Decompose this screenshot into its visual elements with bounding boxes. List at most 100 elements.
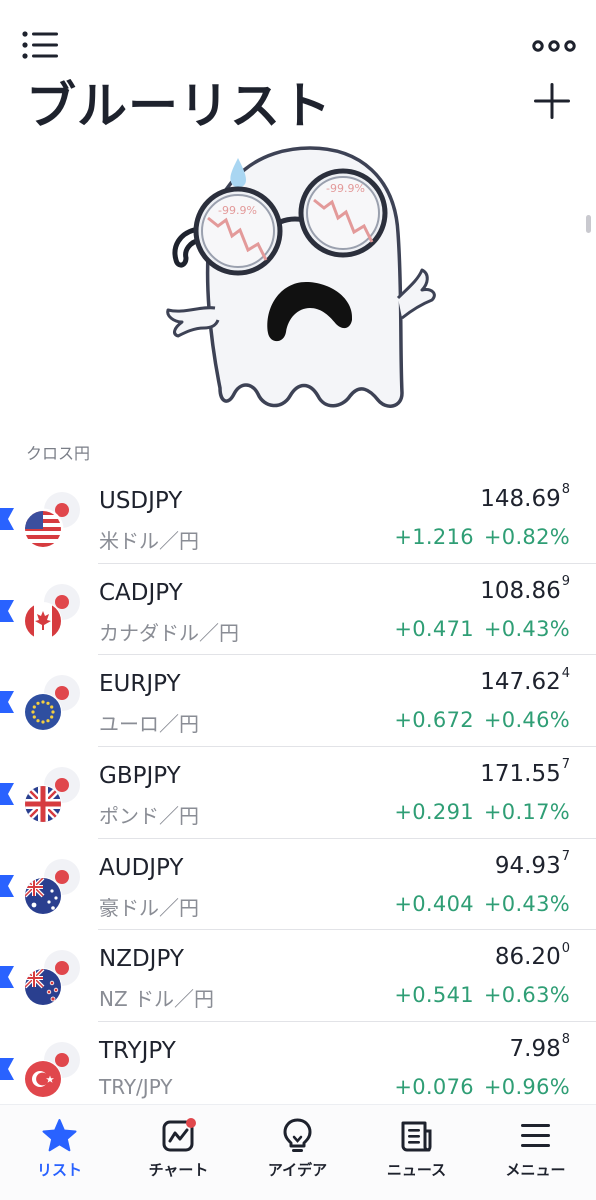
change-pct: +0.96% xyxy=(483,1075,570,1100)
price-pip: 4 xyxy=(561,665,570,681)
more-options-icon[interactable] xyxy=(532,36,576,56)
price-main: 94.93 xyxy=(494,852,561,879)
symbol-name: GBPJPY xyxy=(99,763,181,790)
change-abs: +0.672 xyxy=(394,708,474,733)
tab-label: メニュー xyxy=(505,1161,566,1179)
change-pct: +0.82% xyxy=(483,525,570,549)
scroll-indicator[interactable] xyxy=(586,215,591,233)
price: 86.200 xyxy=(494,940,570,971)
price: 94.937 xyxy=(494,849,570,879)
tab-ideas[interactable]: アイデア xyxy=(238,1105,357,1200)
price-main: 171.55 xyxy=(480,761,561,788)
change-pct: +0.17% xyxy=(483,800,570,825)
tab-list[interactable]: リスト xyxy=(0,1105,119,1200)
lightbulb-icon xyxy=(283,1118,312,1152)
bottom-tab-bar: リスト チャート アイデア ニュース メニュー xyxy=(0,1104,596,1200)
change: +0.404 +0.43% xyxy=(394,892,570,916)
symbol-description: 米ドル／円 xyxy=(99,529,199,553)
symbol-description: ポンド／円 xyxy=(99,804,199,829)
change-abs: +0.404 xyxy=(394,891,474,916)
right-lens-text: -99.9% xyxy=(326,182,365,195)
list-item[interactable]: GBPJPY ポンド／円 171.557 +0.291 +0.17% xyxy=(0,747,596,839)
change-abs: +1.216 xyxy=(394,525,474,549)
list-item[interactable]: AUDJPY 豪ドル／円 94.937 +0.404 +0.43% xyxy=(0,839,596,931)
change-pct: +0.46% xyxy=(483,708,570,733)
price-main: 148.69 xyxy=(480,486,561,512)
price: 108.869 xyxy=(480,574,570,604)
price-pip: 7 xyxy=(561,757,570,773)
top-bar: ブルーリスト xyxy=(0,0,596,140)
bookmark-marker-icon xyxy=(0,783,14,806)
tab-label: アイデア xyxy=(267,1161,328,1179)
price: 148.698 xyxy=(480,482,570,512)
canada-flag-icon xyxy=(24,583,80,640)
ghost-illustration: -99.9% -99.9% xyxy=(166,146,436,408)
left-lens-text: -99.9% xyxy=(218,204,257,217)
tab-label: チャート xyxy=(148,1161,209,1179)
change: +0.076 +0.96% xyxy=(394,1075,570,1099)
price-pip: 0 xyxy=(561,940,570,956)
chart-icon xyxy=(162,1118,196,1152)
turkey-flag-icon xyxy=(24,1042,80,1099)
tab-label: ニュース xyxy=(386,1161,447,1179)
menu-icon xyxy=(521,1124,550,1147)
price-main: 86.20 xyxy=(494,944,561,971)
bookmark-marker-icon xyxy=(0,508,14,530)
symbol-name: NZDJPY xyxy=(99,946,184,973)
list-item[interactable]: USDJPY 米ドル／円 148.698 +1.216 +0.82% xyxy=(0,472,596,564)
bookmark-marker-icon xyxy=(0,691,14,714)
change-pct: +0.63% xyxy=(483,983,570,1008)
change-pct: +0.43% xyxy=(483,891,570,916)
change-abs: +0.076 xyxy=(394,1075,474,1100)
symbol-name: AUDJPY xyxy=(99,854,184,881)
change-abs: +0.541 xyxy=(394,983,474,1008)
list-item[interactable]: CADJPY カナダドル／円 108.869 +0.471 +0.43% xyxy=(0,564,596,656)
star-icon xyxy=(42,1119,77,1152)
change: +0.672 +0.46% xyxy=(394,708,570,732)
change: +0.291 +0.17% xyxy=(394,800,570,824)
tab-chart[interactable]: チャート xyxy=(119,1105,238,1200)
tab-menu[interactable]: メニュー xyxy=(476,1105,595,1200)
uk-flag-icon xyxy=(24,767,80,824)
price-pip: 8 xyxy=(561,1032,570,1048)
symbol-description: TRY/JPY xyxy=(99,1075,173,1100)
change-abs: +0.471 xyxy=(394,616,474,641)
symbol-description: ユーロ／円 xyxy=(99,712,199,737)
symbol-list: USDJPY 米ドル／円 148.698 +1.216 +0.82% CADJPY… xyxy=(0,472,596,1114)
symbol-name: TRYJPY xyxy=(99,1038,176,1065)
symbol-name: EURJPY xyxy=(99,671,181,698)
list-item[interactable]: EURJPY ユーロ／円 147.624 +0.672 +0.46% xyxy=(0,655,596,748)
tab-label: リスト xyxy=(36,1161,82,1179)
change: +0.471 +0.43% xyxy=(394,617,570,641)
list-item[interactable]: TRYJPY TRY/JPY 7.988 +0.076 +0.96% xyxy=(0,1022,596,1114)
bookmark-marker-icon xyxy=(0,874,14,897)
list-item[interactable]: NZDJPY NZ ドル／円 86.200 +0.541 +0.63% xyxy=(0,930,596,1023)
list-icon[interactable] xyxy=(22,30,60,60)
price: 7.988 xyxy=(509,1032,571,1063)
add-symbol-icon[interactable] xyxy=(533,82,571,120)
price-pip: 9 xyxy=(561,574,570,590)
page-title[interactable]: ブルーリスト xyxy=(26,66,332,138)
news-icon xyxy=(401,1121,432,1152)
change-pct: +0.43% xyxy=(483,616,570,641)
new-zealand-flag-icon xyxy=(24,950,80,1007)
symbol-description: NZ ドル／円 xyxy=(99,987,215,1012)
price-pip: 7 xyxy=(561,849,570,865)
tab-news[interactable]: ニュース xyxy=(357,1105,476,1200)
change: +1.216 +0.82% xyxy=(394,525,570,549)
price: 171.557 xyxy=(480,757,570,788)
bookmark-marker-icon xyxy=(0,599,14,622)
price-pip: 8 xyxy=(561,482,570,498)
change-abs: +0.291 xyxy=(394,800,474,825)
change: +0.541 +0.63% xyxy=(394,983,570,1007)
price: 147.624 xyxy=(480,665,570,696)
symbol-description: カナダドル／円 xyxy=(99,620,239,645)
price-main: 7.98 xyxy=(509,1036,561,1063)
symbol-description: 豪ドル／円 xyxy=(99,895,199,920)
eu-flag-icon xyxy=(24,675,80,732)
us-flag-icon xyxy=(22,492,80,550)
australia-flag-icon xyxy=(24,858,80,915)
symbol-name: CADJPY xyxy=(99,579,183,606)
bookmark-marker-icon xyxy=(0,1058,14,1081)
bookmark-marker-icon xyxy=(0,966,14,989)
